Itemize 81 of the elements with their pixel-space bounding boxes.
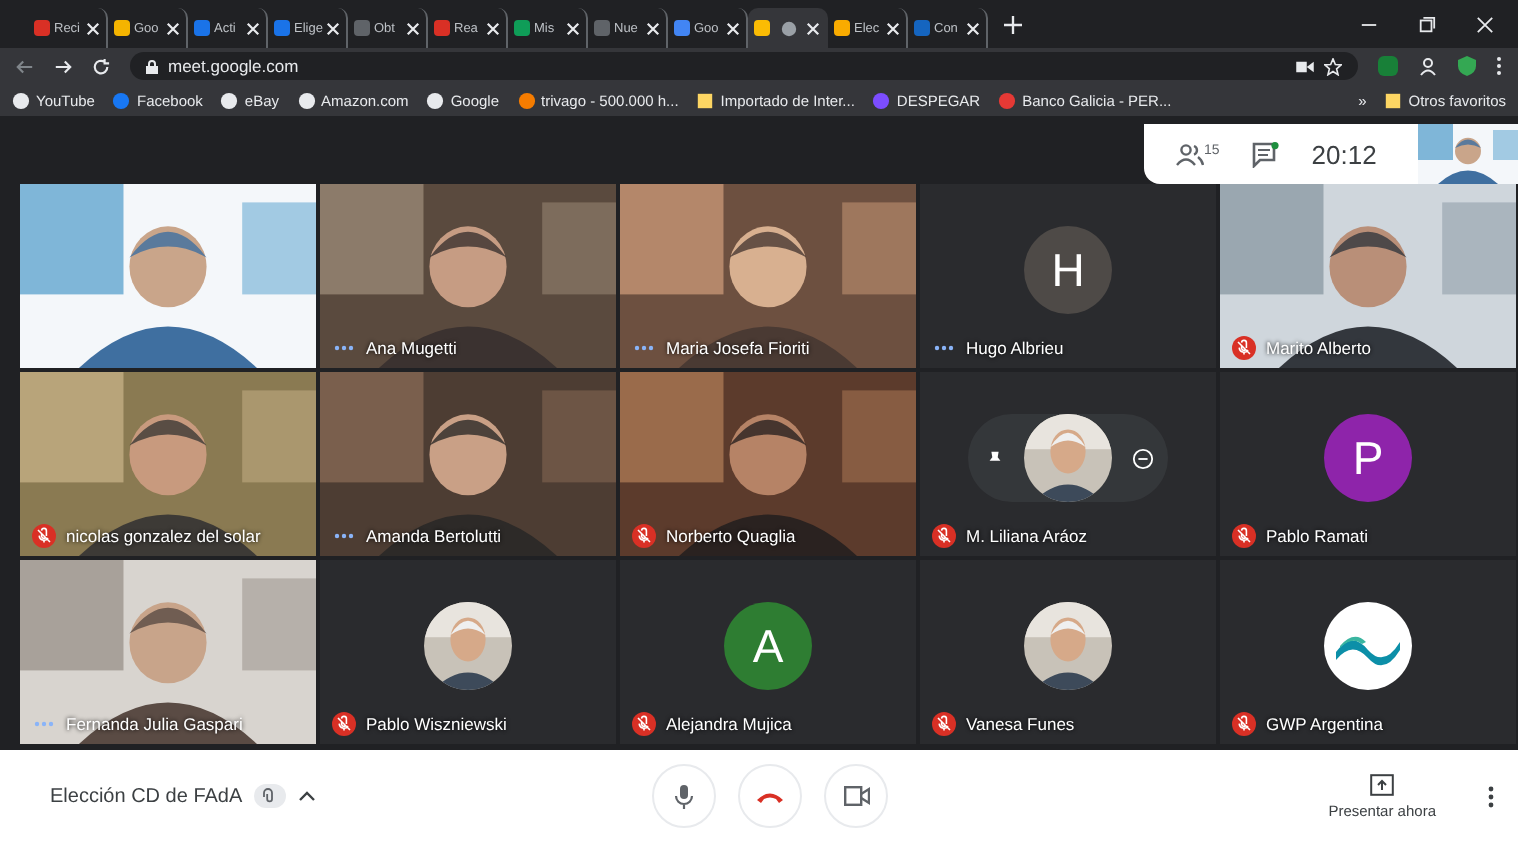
shield-icon[interactable] bbox=[1458, 56, 1476, 76]
minus-circle-icon bbox=[1131, 447, 1153, 469]
close-icon[interactable] bbox=[886, 21, 900, 35]
pin-icon bbox=[985, 449, 1003, 467]
site-icon bbox=[517, 91, 535, 109]
site-icon bbox=[112, 91, 131, 109]
site-icon bbox=[754, 20, 770, 36]
attachment-icon[interactable] bbox=[254, 784, 287, 808]
participant-name: nicolas gonzalez del solar bbox=[66, 526, 261, 546]
close-icon[interactable] bbox=[646, 21, 660, 35]
participant-name: GWP Argentina bbox=[1266, 714, 1383, 734]
close-icon[interactable] bbox=[1476, 15, 1494, 33]
wave-logo-icon bbox=[1324, 602, 1412, 690]
site-icon bbox=[872, 91, 891, 109]
close-icon[interactable] bbox=[326, 21, 341, 35]
star-icon[interactable] bbox=[1324, 57, 1342, 75]
more-options-icon[interactable] bbox=[1488, 785, 1494, 807]
site-icon bbox=[434, 20, 450, 36]
camera-icon[interactable] bbox=[1296, 59, 1314, 73]
lock-icon bbox=[146, 59, 158, 73]
camera-icon bbox=[843, 786, 869, 806]
new-tab-icon[interactable] bbox=[1004, 15, 1022, 33]
participant-name: Ana Mugetti bbox=[366, 338, 457, 358]
site-icon bbox=[834, 20, 850, 36]
address-field[interactable]: meet.google.com bbox=[130, 52, 1358, 80]
clock-time: 20:12 bbox=[1311, 139, 1377, 169]
folder-icon bbox=[696, 91, 715, 109]
close-icon[interactable] bbox=[486, 21, 500, 35]
site-icon bbox=[426, 91, 445, 109]
meeting-title: Elección CD de FAdA bbox=[50, 785, 243, 807]
site-icon bbox=[114, 20, 130, 36]
camera-button[interactable] bbox=[824, 764, 888, 828]
avatar-letter: A bbox=[724, 602, 812, 690]
site-icon bbox=[220, 91, 239, 109]
present-screen-icon bbox=[1370, 773, 1395, 795]
site-icon bbox=[34, 20, 50, 36]
participant-name: Hugo Albrieu bbox=[966, 338, 1064, 358]
extension-icon[interactable] bbox=[1378, 56, 1398, 76]
forward-icon[interactable] bbox=[54, 57, 72, 75]
site-icon bbox=[594, 20, 610, 36]
participant-name: Pablo Wiszniewski bbox=[366, 714, 507, 734]
microphone-icon bbox=[674, 783, 694, 809]
chevron-up-icon[interactable] bbox=[298, 790, 317, 802]
profile-icon[interactable] bbox=[1418, 56, 1438, 76]
close-icon[interactable] bbox=[566, 21, 580, 35]
reload-icon[interactable] bbox=[92, 57, 110, 75]
phone-icon bbox=[756, 789, 784, 803]
site-icon bbox=[12, 91, 30, 109]
close-icon[interactable] bbox=[726, 21, 740, 35]
chat-icon[interactable] bbox=[1251, 141, 1280, 167]
participant-name: Vanesa Funes bbox=[966, 714, 1075, 734]
participant-name: Maria Josefa Fioriti bbox=[666, 338, 810, 358]
site-icon bbox=[297, 91, 316, 109]
site-icon bbox=[914, 20, 930, 36]
close-icon[interactable] bbox=[806, 21, 820, 35]
menu-icon[interactable] bbox=[1496, 56, 1502, 76]
avatar-letter: P bbox=[1324, 414, 1412, 502]
hang-up-button[interactable] bbox=[738, 764, 802, 828]
microphone-button[interactable] bbox=[652, 764, 716, 828]
site-icon bbox=[274, 20, 290, 36]
folder-icon bbox=[1384, 91, 1403, 109]
restore-icon[interactable] bbox=[1418, 15, 1436, 33]
participant-name: M. Liliana Aráoz bbox=[966, 526, 1087, 546]
close-icon[interactable] bbox=[86, 21, 100, 35]
site-icon bbox=[674, 20, 690, 36]
people-icon bbox=[1176, 143, 1204, 165]
participant-name: Alejandra Mujica bbox=[666, 714, 792, 734]
back-icon[interactable] bbox=[16, 57, 34, 75]
close-icon[interactable] bbox=[406, 21, 420, 35]
avatar-letter: H bbox=[1024, 226, 1112, 314]
site-icon bbox=[194, 20, 210, 36]
site-icon bbox=[998, 91, 1017, 109]
close-icon[interactable] bbox=[246, 21, 260, 35]
close-icon[interactable] bbox=[166, 21, 180, 35]
close-icon[interactable] bbox=[966, 21, 980, 35]
site-icon bbox=[354, 20, 370, 36]
participant-name: Pablo Ramati bbox=[1266, 526, 1369, 546]
site-icon bbox=[514, 20, 530, 36]
participant-name: Norberto Quaglia bbox=[666, 526, 796, 546]
participant-name: Amanda Bertolutti bbox=[366, 526, 502, 546]
browser-tab[interactable] bbox=[748, 8, 828, 48]
